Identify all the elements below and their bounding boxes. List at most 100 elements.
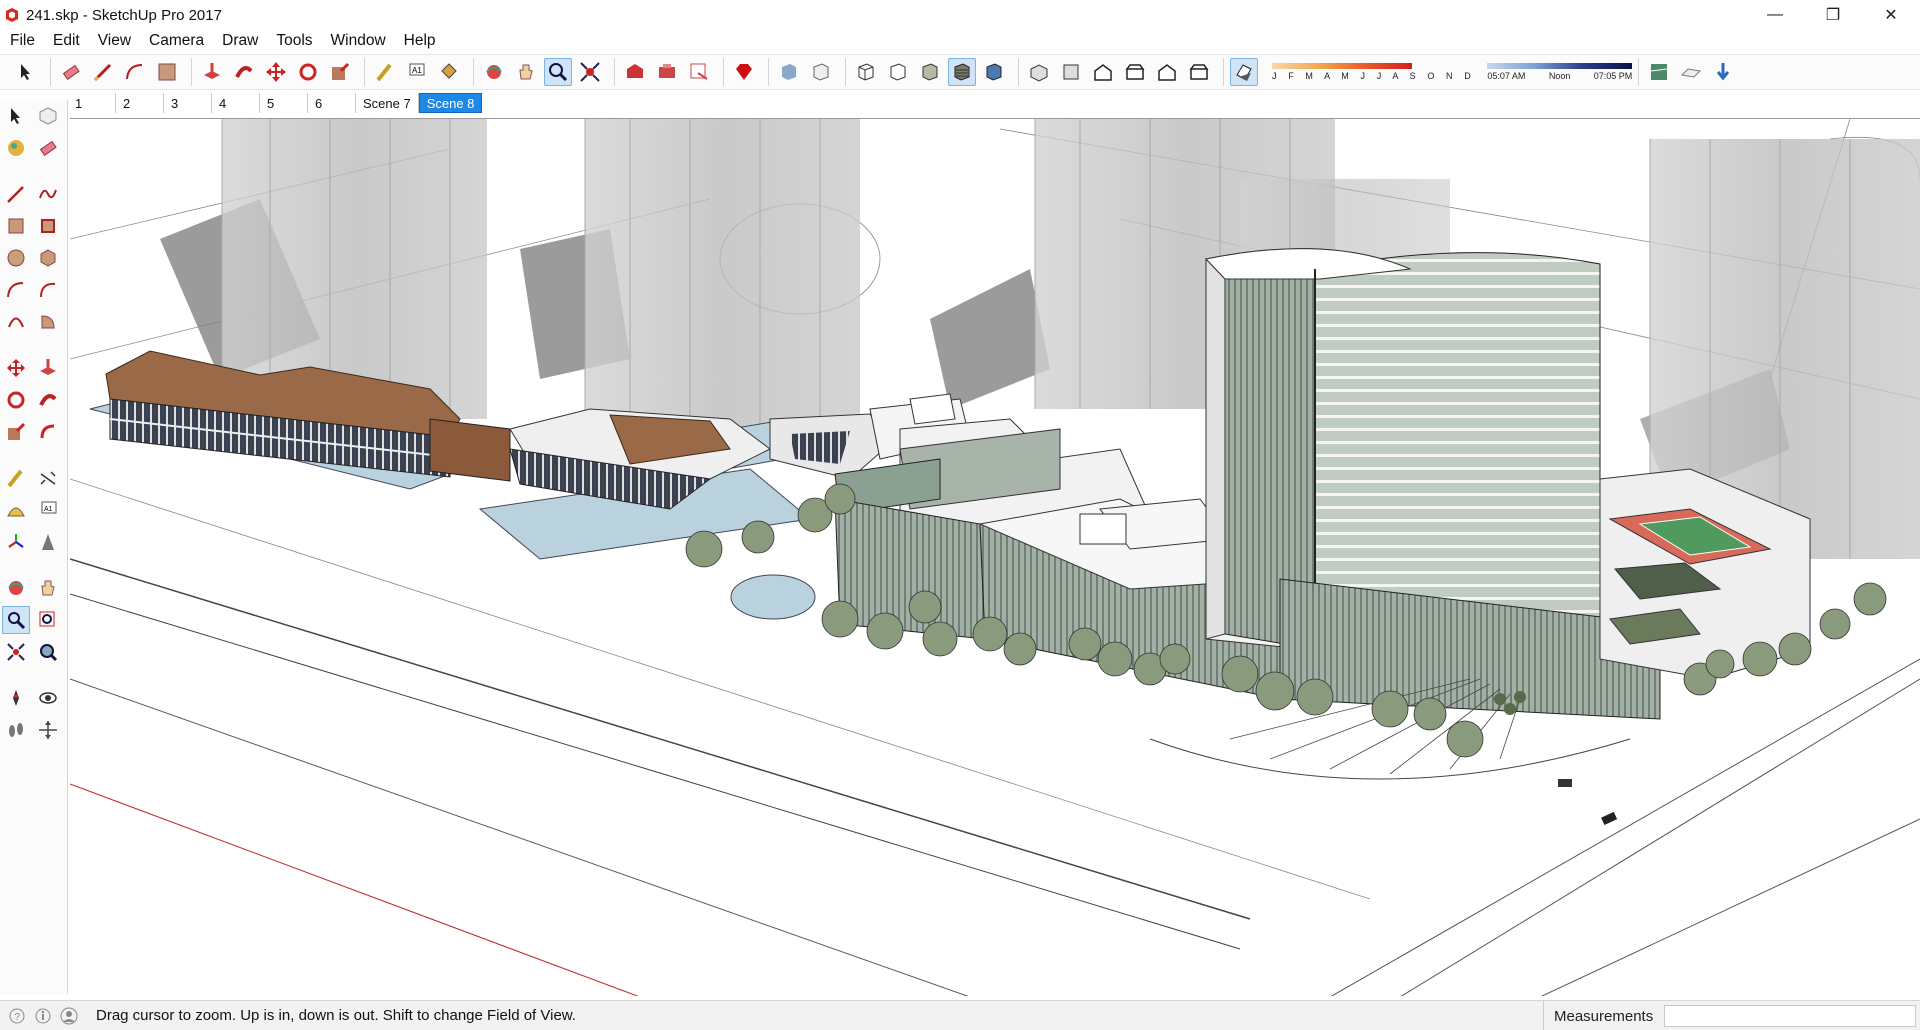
warehouse-icon[interactable] <box>621 58 649 86</box>
two-point-arc-icon[interactable] <box>34 276 62 304</box>
pan-icon[interactable] <box>512 58 540 86</box>
shaded-icon[interactable] <box>916 58 944 86</box>
rotated-rectangle-icon[interactable] <box>34 212 62 240</box>
back-edges-icon[interactable] <box>807 58 835 86</box>
menu-help[interactable]: Help <box>402 32 438 50</box>
offset-icon[interactable] <box>34 418 62 446</box>
menu-file[interactable]: File <box>8 32 37 50</box>
menu-edit[interactable]: Edit <box>51 32 82 50</box>
rectangle-icon[interactable] <box>2 212 30 240</box>
user-account-icon[interactable] <box>60 1007 78 1025</box>
menu-view[interactable]: View <box>96 32 133 50</box>
zoom-tool-icon[interactable] <box>2 606 30 634</box>
scene-tab-8[interactable]: Scene 8 <box>418 93 483 113</box>
sandbox-icon[interactable] <box>1677 58 1705 86</box>
position-camera-icon[interactable] <box>2 684 30 712</box>
pan-tool-icon[interactable] <box>34 574 62 602</box>
make-component-icon[interactable] <box>34 102 62 130</box>
3d-text-icon[interactable] <box>34 528 62 556</box>
text-icon[interactable]: A1 <box>403 58 431 86</box>
circle-icon[interactable] <box>2 244 30 272</box>
ruby-icon[interactable] <box>730 58 758 86</box>
scene-tab-3[interactable]: 3 <box>164 93 212 113</box>
tape-measure-icon[interactable] <box>2 464 30 492</box>
zoom-extents-tool-icon[interactable] <box>2 638 30 666</box>
pie-icon[interactable] <box>34 308 62 336</box>
line-icon[interactable] <box>89 58 117 86</box>
hidden-line-icon[interactable] <box>884 58 912 86</box>
look-around-icon[interactable] <box>34 684 62 712</box>
axes-icon[interactable] <box>2 528 30 556</box>
close-button[interactable]: ✕ <box>1862 0 1920 30</box>
measurements-input[interactable] <box>1664 1005 1916 1027</box>
scene-tab-7[interactable]: Scene 7 <box>356 93 419 113</box>
zoom-icon[interactable] <box>544 58 572 86</box>
rotate-tool-icon[interactable] <box>2 386 30 414</box>
push-pull-icon[interactable] <box>198 58 226 86</box>
iso-icon[interactable] <box>1025 58 1053 86</box>
arc-icon[interactable] <box>121 58 149 86</box>
select-icon[interactable] <box>12 58 40 86</box>
paint-bucket-icon[interactable] <box>2 134 30 162</box>
zoom-window-icon[interactable] <box>34 606 62 634</box>
geo-location-status-icon[interactable]: ? <box>8 1007 26 1025</box>
textured-icon[interactable] <box>948 58 976 86</box>
orbit-tool-icon[interactable] <box>2 574 30 602</box>
eraser-icon[interactable] <box>57 58 85 86</box>
download-icon[interactable] <box>1709 58 1737 86</box>
extension-icon[interactable] <box>653 58 681 86</box>
freehand-icon[interactable] <box>34 180 62 208</box>
menu-draw[interactable]: Draw <box>220 32 260 50</box>
scene-tab-1[interactable]: 1 <box>68 93 116 113</box>
left-icon[interactable] <box>1185 58 1213 86</box>
zoom-extents-icon[interactable] <box>576 58 604 86</box>
scene-tab-5[interactable]: 5 <box>260 93 308 113</box>
move-tool-icon[interactable] <box>2 354 30 382</box>
credits-info-icon[interactable] <box>34 1007 52 1025</box>
eraser-tool-icon[interactable] <box>34 134 62 162</box>
follow-me-icon[interactable] <box>230 58 258 86</box>
shadow-toggle-icon[interactable] <box>1230 58 1258 86</box>
scene-tab-6[interactable]: 6 <box>308 93 356 113</box>
shape-icon[interactable] <box>153 58 181 86</box>
paint-icon[interactable] <box>435 58 463 86</box>
scene-tab-2[interactable]: 2 <box>116 93 164 113</box>
text-tool-icon[interactable]: A1 <box>34 496 62 524</box>
back-icon[interactable] <box>1153 58 1181 86</box>
section-plane-icon[interactable] <box>34 716 62 744</box>
geo-location-icon[interactable] <box>1645 58 1673 86</box>
select-tool-icon[interactable] <box>2 102 30 130</box>
previous-view-icon[interactable] <box>34 638 62 666</box>
menu-camera[interactable]: Camera <box>147 32 206 50</box>
line-tool-icon[interactable] <box>2 180 30 208</box>
wireframe-icon[interactable] <box>852 58 880 86</box>
follow-me-tool-icon[interactable] <box>34 386 62 414</box>
top-icon[interactable] <box>1057 58 1085 86</box>
scale-icon[interactable] <box>326 58 354 86</box>
polygon-icon[interactable] <box>34 244 62 272</box>
month-slider[interactable]: J F M A M J J A S O N D <box>1272 63 1475 81</box>
tape-icon[interactable] <box>371 58 399 86</box>
front-icon[interactable] <box>1089 58 1117 86</box>
orbit-icon[interactable] <box>480 58 508 86</box>
xray-icon[interactable] <box>775 58 803 86</box>
move-icon[interactable] <box>262 58 290 86</box>
rotate-icon[interactable] <box>294 58 322 86</box>
model-viewport[interactable] <box>70 118 1920 996</box>
scale-tool-icon[interactable] <box>2 418 30 446</box>
minimize-button[interactable]: — <box>1746 0 1804 30</box>
dimension-icon[interactable] <box>34 464 62 492</box>
arc-tool-icon[interactable] <box>2 276 30 304</box>
scene-tab-4[interactable]: 4 <box>212 93 260 113</box>
push-pull-tool-icon[interactable] <box>34 354 62 382</box>
monochrome-icon[interactable] <box>980 58 1008 86</box>
menu-window[interactable]: Window <box>329 32 388 50</box>
send-layout-icon[interactable] <box>685 58 713 86</box>
maximize-button[interactable]: ❐ <box>1804 0 1862 30</box>
menu-tools[interactable]: Tools <box>274 32 314 50</box>
walk-icon[interactable] <box>2 716 30 744</box>
three-point-arc-icon[interactable] <box>2 308 30 336</box>
protractor-icon[interactable] <box>2 496 30 524</box>
time-slider[interactable]: 05:07 AM Noon 07:05 PM <box>1487 63 1633 81</box>
right-icon[interactable] <box>1121 58 1149 86</box>
